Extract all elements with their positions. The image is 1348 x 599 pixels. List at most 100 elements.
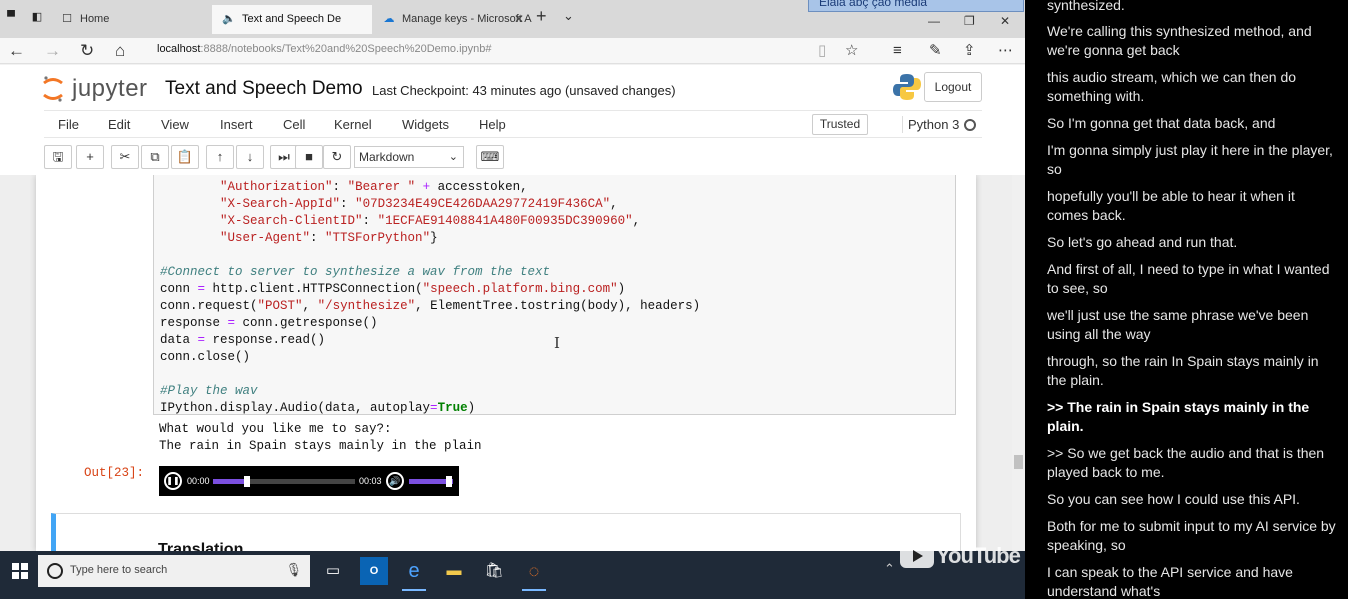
- code-line: IPython.display.Audio(data, autoplay=Tru…: [160, 401, 476, 415]
- cell-type-value: Markdown: [359, 150, 415, 164]
- transcript-line[interactable]: hopefully you'll be able to hear it when…: [1047, 187, 1337, 225]
- move-up-icon[interactable]: ↑: [206, 145, 234, 169]
- video-frame[interactable]: ▀ ◧ ☐ Home 🔈 Text and Speech De ☁ Manage…: [0, 0, 1025, 599]
- copy-icon[interactable]: ⧉: [141, 145, 169, 169]
- output-line-prompt: What would you like me to say?:: [159, 422, 392, 436]
- chevron-down-icon[interactable]: ⌄: [563, 8, 574, 24]
- page-icon: ☐: [62, 13, 72, 25]
- maximize-icon[interactable]: ❐: [964, 14, 975, 28]
- logout-button[interactable]: Logout: [924, 72, 982, 102]
- transcript-line[interactable]: we'll just use the same phrase we've bee…: [1047, 306, 1337, 344]
- menu-insert[interactable]: Insert: [220, 116, 253, 133]
- transcript-panel[interactable]: synthesized. We're calling this synthesi…: [1025, 0, 1348, 599]
- notes-pen-icon[interactable]: ✎: [929, 41, 942, 61]
- transcript-line-current[interactable]: >> The rain in Spain stays mainly in the…: [1047, 398, 1337, 436]
- trusted-badge[interactable]: Trusted: [812, 114, 868, 135]
- menu-help[interactable]: Help: [479, 116, 506, 133]
- transcript-line[interactable]: And first of all, I need to type in what…: [1047, 260, 1337, 298]
- transcript-line[interactable]: I can speak to the API service and have …: [1047, 563, 1337, 599]
- move-down-icon[interactable]: ↓: [236, 145, 264, 169]
- youtube-watermark[interactable]: YouTube: [900, 541, 1021, 573]
- menu-view[interactable]: View: [161, 116, 189, 133]
- paste-icon[interactable]: 📋: [171, 145, 199, 169]
- tab-text-and-speech[interactable]: 🔈 Text and Speech De: [212, 5, 372, 34]
- back-icon[interactable]: ←: [8, 40, 25, 62]
- kernel-idle-indicator-icon: [964, 119, 976, 131]
- menu-kernel[interactable]: Kernel: [334, 116, 372, 133]
- close-icon[interactable]: ✕: [514, 5, 524, 34]
- scrollbar-thumb[interactable]: [1014, 455, 1023, 469]
- outlook-icon[interactable]: O: [360, 557, 388, 585]
- audio-player[interactable]: ❚❚ 00:00 00:03 🔊: [159, 466, 459, 496]
- jupyter-taskbar-icon[interactable]: ◌: [520, 557, 548, 591]
- file-explorer-icon[interactable]: ▬: [440, 557, 468, 585]
- audio-seek-handle[interactable]: [244, 476, 250, 487]
- taskbar-search-box[interactable]: Type here to search 🎙: [38, 555, 310, 587]
- windows-start-icon[interactable]: [12, 563, 28, 579]
- show-tabs-icon[interactable]: ◧: [30, 10, 44, 24]
- reading-view-icon[interactable]: ▯: [818, 41, 826, 61]
- hub-icon[interactable]: ≡: [893, 41, 902, 61]
- cut-icon[interactable]: ✂: [111, 145, 139, 169]
- tab-home[interactable]: ☐ Home: [50, 5, 210, 34]
- transcript-line[interactable]: So let's go ahead and run that.: [1047, 233, 1337, 252]
- restart-icon[interactable]: ↻: [323, 145, 351, 169]
- transcript-line[interactable]: this audio stream, which we can then do …: [1047, 68, 1337, 106]
- run-cell-icon[interactable]: ⏭: [270, 145, 298, 169]
- window-close-icon[interactable]: ✕: [1000, 14, 1010, 28]
- code-cell-input[interactable]: "Authorization": "Bearer " + accesstoken…: [153, 175, 956, 415]
- code-line: conn.close(): [160, 350, 251, 364]
- more-icon[interactable]: ⋯: [998, 41, 1013, 61]
- minimize-icon[interactable]: —: [928, 14, 940, 28]
- markdown-cell[interactable]: Translation: [51, 513, 961, 551]
- refresh-icon[interactable]: ↻: [80, 40, 94, 62]
- screen: ▀ ◧ ☐ Home 🔈 Text and Speech De ☁ Manage…: [0, 0, 1348, 599]
- transcript-line[interactable]: We're calling this synthesized method, a…: [1047, 22, 1337, 60]
- tab-label: Manage keys - Microsoft Az: [402, 13, 532, 25]
- menu-widgets[interactable]: Widgets: [402, 116, 449, 133]
- volume-handle[interactable]: [446, 476, 452, 487]
- task-view-icon[interactable]: ▭: [319, 557, 347, 585]
- page-scrollbar[interactable]: [1012, 175, 1025, 551]
- save-icon[interactable]: 🖫: [44, 145, 72, 169]
- menu-edit[interactable]: Edit: [108, 116, 130, 133]
- transcript-line[interactable]: I'm gonna simply just play it here in th…: [1047, 141, 1337, 179]
- transcript-line[interactable]: So I'm gonna get that data back, and: [1047, 114, 1337, 133]
- store-icon[interactable]: 🛍: [480, 557, 508, 585]
- notebook-scroll-area[interactable]: "Authorization": "Bearer " + accesstoken…: [0, 175, 1025, 551]
- volume-icon[interactable]: 🔊: [386, 472, 404, 490]
- transcript-line[interactable]: So you can see how I could use this API.: [1047, 490, 1337, 509]
- favorite-star-icon[interactable]: ☆: [845, 41, 858, 61]
- code-line: #Play the wav: [160, 384, 258, 398]
- transcript-line[interactable]: >> So we get back the audio and that is …: [1047, 444, 1337, 482]
- audio-seek-fill: [213, 479, 247, 484]
- system-tray-chevron-icon[interactable]: ⌃: [884, 561, 895, 577]
- insert-cell-icon[interactable]: +: [76, 145, 104, 169]
- forward-icon[interactable]: →: [44, 40, 61, 62]
- pause-icon[interactable]: ❚❚: [164, 472, 182, 490]
- cell-type-select[interactable]: Markdown ⌄: [354, 146, 464, 168]
- windows-taskbar: Type here to search 🎙 ▭ O e ▬ 🛍 ◌ ⌃: [0, 551, 1025, 599]
- transcript-line[interactable]: synthesized.: [1047, 0, 1337, 15]
- transcript-line[interactable]: through, so the rain In Spain stays main…: [1047, 352, 1337, 390]
- share-icon[interactable]: ⇪: [963, 41, 976, 61]
- edge-browser-icon[interactable]: e: [400, 557, 428, 591]
- notebook-title[interactable]: Text and Speech Demo: [165, 77, 363, 101]
- overlay-banner[interactable]: Elala abç çao média: [808, 0, 1024, 12]
- interrupt-icon[interactable]: ■: [295, 145, 323, 169]
- browser-tab-strip: ▀ ◧ ☐ Home 🔈 Text and Speech De ☁ Manage…: [0, 0, 1025, 38]
- tab-manage-keys[interactable]: ☁ Manage keys - Microsoft Az ✕: [372, 5, 533, 34]
- new-tab-icon[interactable]: +: [536, 6, 547, 27]
- code-line: "Authorization": "Bearer " + accesstoken…: [220, 180, 528, 194]
- home-icon[interactable]: ⌂: [115, 40, 125, 62]
- audio-seek-bar[interactable]: [213, 479, 355, 484]
- url-field[interactable]: localhost:8888/notebooks/Text%20and%20Sp…: [157, 43, 807, 59]
- tab-label: Home: [80, 13, 110, 25]
- speaker-icon: 🔈: [222, 13, 236, 25]
- transcript-line[interactable]: Both for me to submit input to my AI ser…: [1047, 517, 1337, 555]
- menu-file[interactable]: File: [58, 116, 79, 133]
- menu-cell[interactable]: Cell: [283, 116, 305, 133]
- microphone-icon[interactable]: 🎙: [285, 562, 302, 578]
- command-palette-icon[interactable]: ⌨: [476, 145, 504, 169]
- set-aside-tabs-icon[interactable]: ▀: [4, 10, 18, 24]
